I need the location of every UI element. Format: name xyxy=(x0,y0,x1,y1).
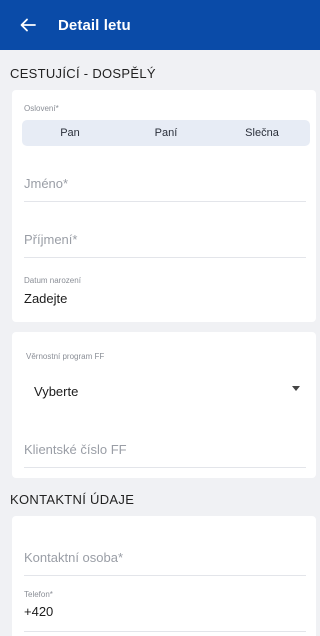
phone-underline xyxy=(24,631,306,632)
app-bar: Detail letu xyxy=(0,0,320,50)
salutation-label: Oslovení* xyxy=(24,104,59,113)
contact-person-underline xyxy=(24,575,306,576)
back-arrow-icon[interactable] xyxy=(18,15,38,35)
client-number-underline xyxy=(24,467,306,468)
contact-person-placeholder: Kontaktní osoba* xyxy=(24,550,124,565)
loyalty-selected-value: Vyberte xyxy=(34,384,79,399)
salutation-option-slecna[interactable]: Slečna xyxy=(214,127,310,139)
contact-section-title: KONTAKTNÍ ÚDAJE xyxy=(10,492,135,507)
loyalty-program-select[interactable]: Vyberte xyxy=(24,380,306,404)
salutation-option-pan[interactable]: Pan xyxy=(22,127,118,139)
birth-date-label: Datum narození xyxy=(24,276,81,285)
first-name-placeholder: Jméno* xyxy=(24,176,69,191)
birth-date-field[interactable]: Datum narození Zadejte xyxy=(24,274,306,314)
passenger-card: Oslovení* Pan Paní Slečna Jméno* Příjmen… xyxy=(12,90,316,322)
contact-card: Kontaktní osoba* Telefon* +420 xyxy=(12,516,316,636)
passenger-section-title: CESTUJÍCÍ - DOSPĚLÝ xyxy=(10,66,156,81)
client-number-placeholder: Klientské číslo FF xyxy=(24,442,127,457)
first-name-underline xyxy=(24,201,306,202)
salutation-option-pani[interactable]: Paní xyxy=(118,127,214,139)
last-name-placeholder: Příjmení* xyxy=(24,232,78,247)
salutation-selector: Pan Paní Slečna xyxy=(22,120,310,146)
last-name-underline xyxy=(24,257,306,258)
phone-value: +420 xyxy=(24,604,54,619)
phone-label: Telefon* xyxy=(24,590,53,599)
client-number-field[interactable]: Klientské číslo FF xyxy=(24,428,306,468)
page-title: Detail letu xyxy=(58,16,131,34)
first-name-field[interactable]: Jméno* xyxy=(24,160,306,202)
dropdown-caret-icon xyxy=(292,386,300,391)
last-name-field[interactable]: Příjmení* xyxy=(24,216,306,258)
contact-person-field[interactable]: Kontaktní osoba* xyxy=(24,536,306,576)
loyalty-card: Věrnostní program FF Vyberte Klientské č… xyxy=(12,332,316,478)
phone-field[interactable]: Telefon* +420 xyxy=(24,588,306,632)
birth-date-value: Zadejte xyxy=(24,291,68,306)
loyalty-label: Věrnostní program FF xyxy=(26,352,105,361)
